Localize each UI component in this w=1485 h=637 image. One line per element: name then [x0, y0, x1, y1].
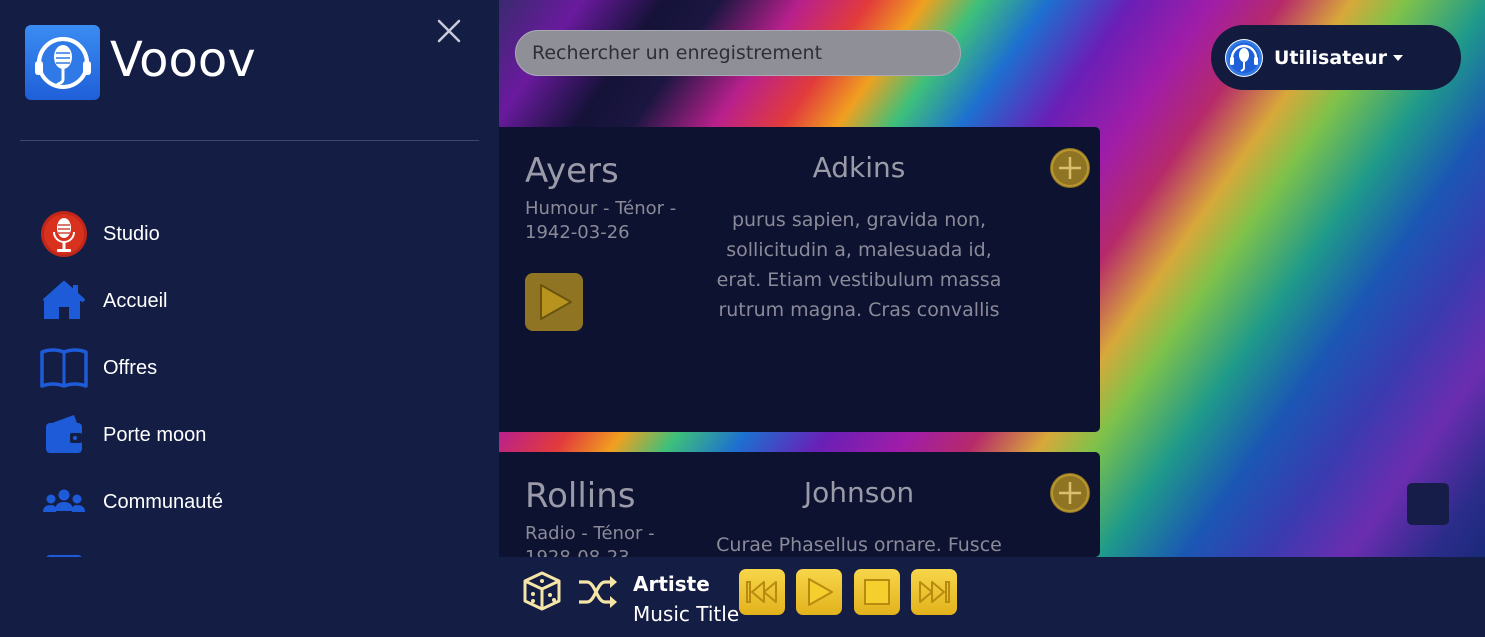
- search-input[interactable]: [515, 30, 961, 76]
- random-button[interactable]: [521, 570, 563, 612]
- recording-card: Rollins Radio - Ténor - 1928-08-23 Johns…: [499, 452, 1100, 557]
- avatar: [1225, 38, 1263, 77]
- sidebar-item-porte-moon[interactable]: Porte moon: [40, 411, 460, 459]
- stop-icon: [864, 579, 890, 605]
- next-button[interactable]: [911, 569, 957, 615]
- app-logo: [25, 25, 100, 100]
- close-sidebar-button[interactable]: [434, 16, 464, 46]
- card-title: Rollins: [525, 476, 636, 516]
- sidebar-item-label: Offres: [103, 356, 158, 379]
- sidebar-nav: Studio Accueil Offres Porte moon Communa…: [40, 210, 480, 557]
- card-description: Curae Phasellus ornare. Fusce: [716, 534, 1002, 556]
- skip-forward-icon: [919, 581, 950, 603]
- shuffle-icon: [579, 576, 617, 608]
- sidebar-item-studio[interactable]: Studio: [40, 210, 460, 258]
- add-button[interactable]: [1050, 148, 1090, 188]
- plus-icon: [1051, 474, 1089, 512]
- skip-back-icon: [746, 581, 777, 603]
- track-artist: Artiste: [633, 572, 710, 596]
- play-recording-button[interactable]: [525, 273, 583, 331]
- sidebar: Vooov Studio Accueil Offres Porte moon C…: [0, 0, 499, 637]
- card-title: Ayers: [525, 151, 619, 191]
- microphone-logo-icon: [35, 37, 91, 89]
- microphone-avatar-icon: [1226, 39, 1262, 76]
- dice-icon: [523, 571, 561, 611]
- recording-card: Ayers Humour - Ténor - 1942-03-26 Adkins…: [499, 127, 1100, 432]
- sidebar-item-partial[interactable]: [40, 545, 460, 557]
- chevron-down-icon: [1393, 54, 1404, 61]
- user-menu-button[interactable]: Utilisateur: [1211, 25, 1461, 90]
- player-bar: Artiste Music Title: [499, 557, 1485, 637]
- plus-icon: [1051, 149, 1089, 187]
- play-icon: [808, 578, 833, 606]
- microphone-icon: [40, 210, 88, 258]
- sidebar-item-accueil[interactable]: Accueil: [40, 277, 460, 325]
- add-button[interactable]: [1050, 473, 1090, 513]
- wallet-icon: [40, 411, 88, 459]
- previous-button[interactable]: [739, 569, 785, 615]
- track-title: Music Title: [633, 602, 740, 626]
- card-heading: Johnson: [803, 476, 915, 509]
- play-icon: [540, 284, 572, 320]
- card-heading: Adkins: [812, 151, 906, 184]
- sidebar-divider: [20, 140, 479, 141]
- sidebar-item-offres[interactable]: Offres: [40, 344, 460, 392]
- card-meta: Radio - Ténor - 1928-08-23: [525, 523, 655, 557]
- stop-button[interactable]: [854, 569, 900, 615]
- brand-name: Vooov: [110, 32, 256, 88]
- sidebar-item-label: Studio: [103, 222, 160, 245]
- sidebar-item-label: Accueil: [103, 289, 168, 312]
- home-icon: [40, 277, 88, 325]
- sidebar-item-label: Porte moon: [103, 423, 207, 446]
- sidebar-item-label: Communauté: [103, 490, 224, 513]
- users-icon: [40, 478, 88, 526]
- partial-icon: [40, 545, 88, 557]
- card-description: purus sapien, gravida non, sollicitudin …: [716, 209, 1002, 321]
- close-icon: [437, 19, 461, 43]
- sidebar-item-communaute[interactable]: Communauté: [40, 478, 460, 526]
- card-meta: Humour - Ténor - 1942-03-26: [525, 198, 677, 243]
- user-name: Utilisateur: [1274, 46, 1388, 69]
- floating-action-button[interactable]: [1407, 483, 1449, 525]
- book-icon: [40, 344, 88, 392]
- shuffle-button[interactable]: [577, 573, 619, 611]
- play-button[interactable]: [796, 569, 842, 615]
